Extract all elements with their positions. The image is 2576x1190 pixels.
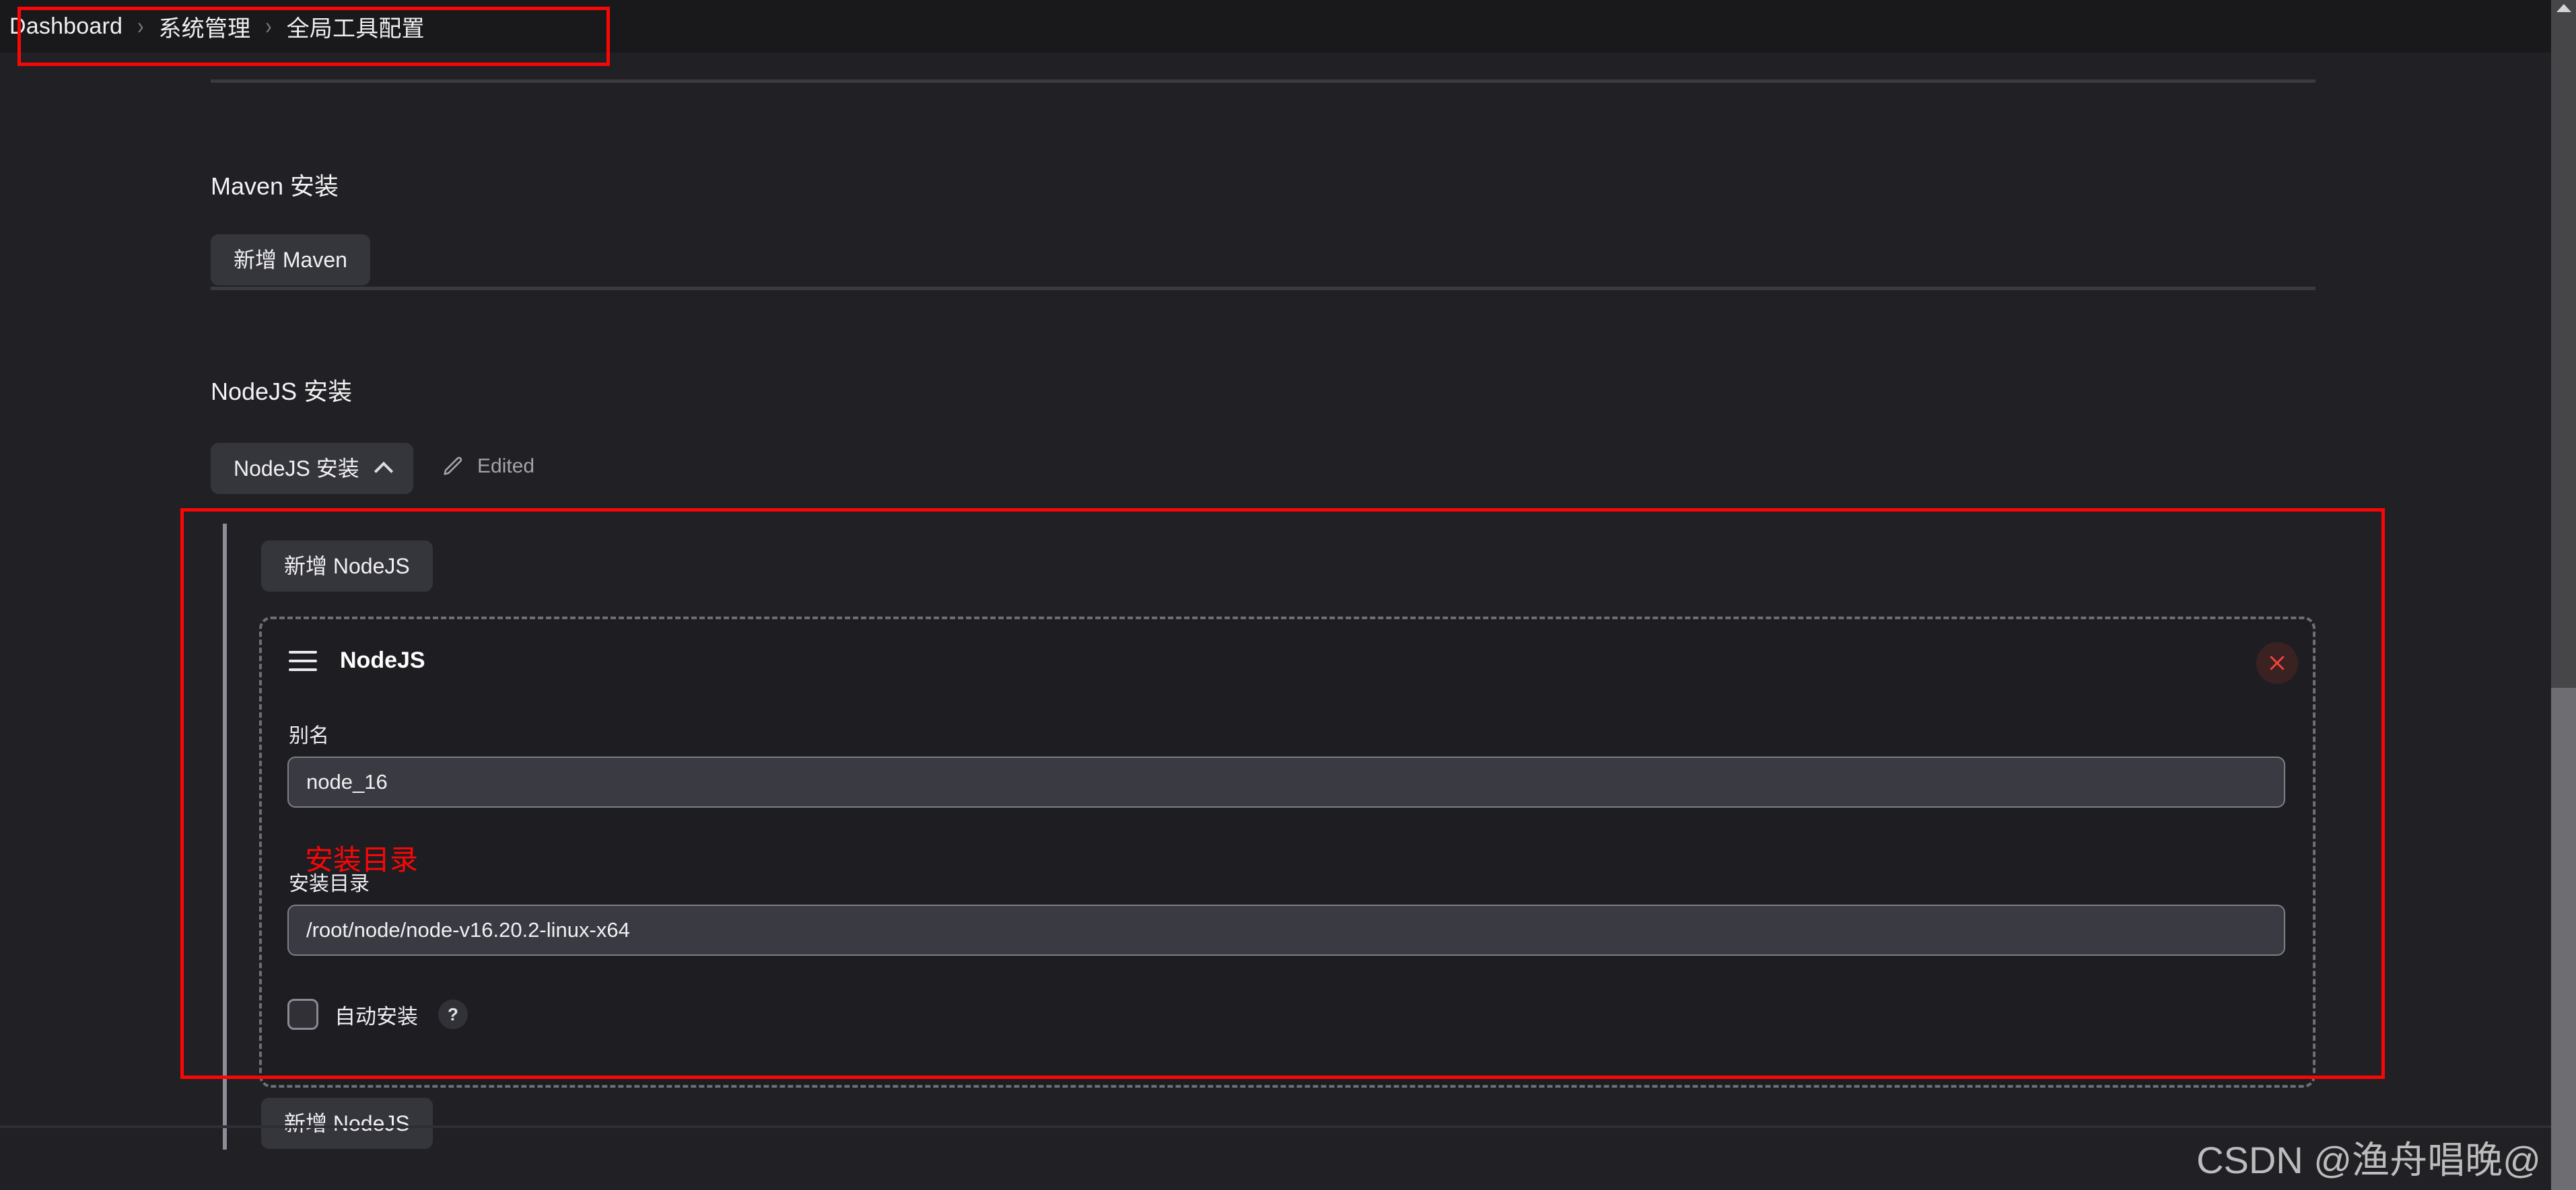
edited-marker: Edited <box>441 455 534 478</box>
install-dir-field-label: 安装目录 <box>289 873 370 895</box>
form-section-rail <box>223 524 227 1150</box>
help-icon[interactable]: ? <box>438 1000 468 1029</box>
add-maven-button[interactable]: 新增 Maven <box>211 234 370 285</box>
nodejs-tool-card: NodeJS 别名 安装目录 自动安装 ? <box>259 617 2316 1088</box>
pencil-icon <box>444 456 462 475</box>
section-divider <box>211 287 2316 290</box>
alias-field-label: 别名 <box>289 725 329 747</box>
nodejs-section-title: NodeJS 安装 <box>211 378 353 405</box>
breadcrumb-separator-icon: › <box>137 13 144 39</box>
breadcrumb-item-dashboard[interactable]: Dashboard <box>9 13 123 40</box>
scrollbar-thumb[interactable] <box>2551 688 2576 1190</box>
alias-input[interactable] <box>287 757 2285 808</box>
card-title: NodeJS <box>340 648 425 673</box>
maven-section-title: Maven 安装 <box>211 172 339 200</box>
breadcrumb: Dashboard › 系统管理 › 全局工具配置 <box>0 0 2576 53</box>
nodejs-collapse-label: NodeJS 安装 <box>234 456 359 481</box>
vertical-scrollbar[interactable] <box>2551 0 2576 1190</box>
install-dir-input[interactable] <box>287 905 2285 956</box>
card-header: NodeJS <box>289 648 425 674</box>
auto-install-row: 自动安装 ? <box>287 999 468 1030</box>
add-nodejs-button-top[interactable]: 新增 NodeJS <box>261 540 433 592</box>
scroll-up-arrow-icon[interactable] <box>2556 4 2571 12</box>
auto-install-checkbox[interactable] <box>287 999 318 1030</box>
close-icon[interactable] <box>2256 642 2298 684</box>
auto-install-label: 自动安装 <box>335 1004 418 1028</box>
add-nodejs-button-bottom[interactable]: 新增 NodeJS <box>261 1098 433 1149</box>
close-x-icon <box>2270 656 2285 670</box>
chevron-up-icon <box>374 461 393 481</box>
breadcrumb-separator-icon: › <box>265 13 272 39</box>
edited-label: Edited <box>477 455 535 477</box>
nodejs-collapse-toggle[interactable]: NodeJS 安装 <box>211 443 413 494</box>
bottom-divider <box>0 1125 2551 1128</box>
section-divider <box>211 79 2316 83</box>
breadcrumb-item-system-management[interactable]: 系统管理 <box>158 10 250 43</box>
csdn-watermark: CSDN @渔舟唱晚@ <box>2196 1139 2541 1181</box>
breadcrumb-item-global-tool-config[interactable]: 全局工具配置 <box>287 10 425 43</box>
main-content: Maven 安装 新增 Maven NodeJS 安装 NodeJS 安装 Ed… <box>0 53 2551 1190</box>
hamburger-icon[interactable] <box>289 650 317 671</box>
